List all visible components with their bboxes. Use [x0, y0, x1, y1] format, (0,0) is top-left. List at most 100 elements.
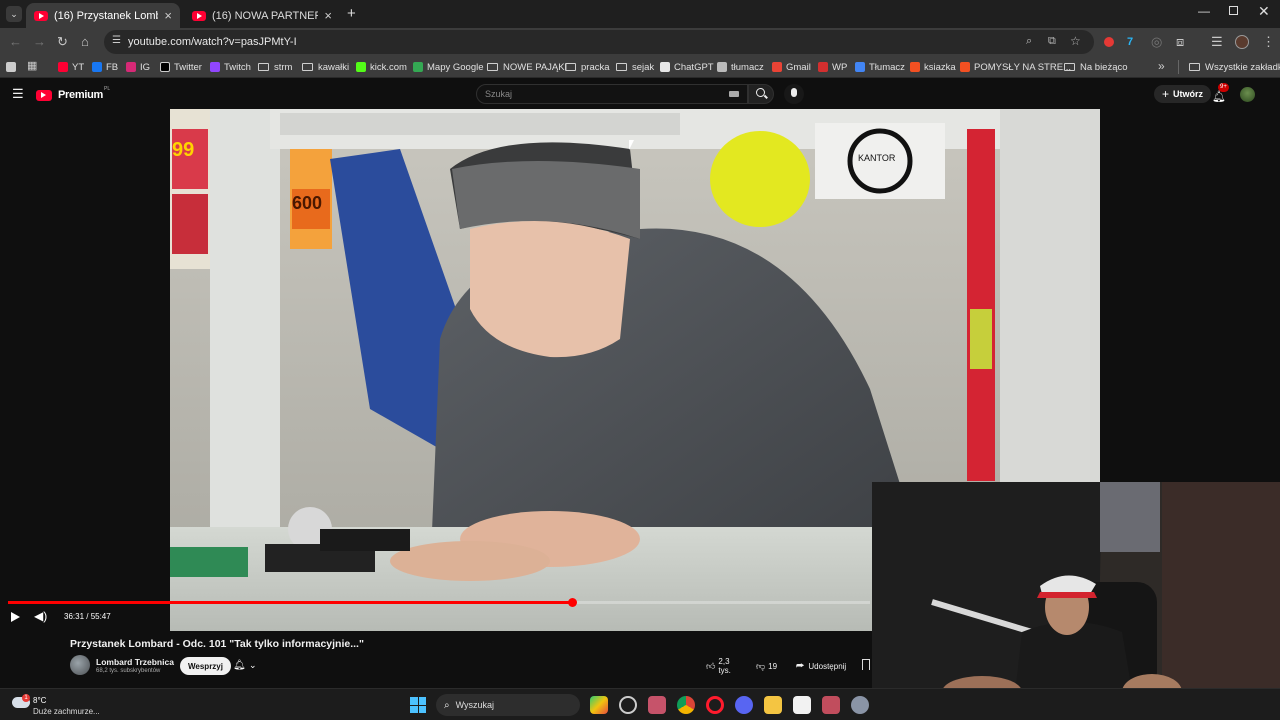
- bookmark-sejak[interactable]: sejak: [616, 60, 654, 74]
- extensions-puzzle-icon[interactable]: ⧈: [1176, 34, 1184, 50]
- bookmarks-overflow-icon[interactable]: »: [1158, 59, 1165, 73]
- site-info-icon[interactable]: ☰: [112, 35, 121, 46]
- start-button[interactable]: [410, 697, 426, 713]
- logo-country-badge: PL: [103, 86, 111, 92]
- bookmark-strm[interactable]: strm: [258, 60, 292, 74]
- video-title: Przystanek Lombard - Odc. 101 "Tak tylko…: [70, 638, 364, 650]
- notification-bell-icon[interactable]: 🔔︎: [233, 660, 246, 671]
- bookmark-gmail[interactable]: Gmail: [772, 60, 811, 74]
- app-ring-icon[interactable]: [619, 696, 637, 714]
- bookmark-tłumacz[interactable]: tłumacz: [717, 60, 764, 74]
- tab-przystanek-lombard[interactable]: (16) Przystanek Lombard - Odc. ×: [26, 3, 180, 28]
- chevron-down-icon[interactable]: ⌄: [249, 660, 257, 671]
- close-window-button[interactable]: ✕: [1258, 3, 1270, 20]
- youtube-icon: [58, 62, 68, 72]
- voice-search-button[interactable]: [784, 84, 804, 104]
- restore-window-button[interactable]: [1229, 6, 1238, 15]
- bookmark-kawałki[interactable]: kawałki: [302, 60, 349, 74]
- app-colorful-icon[interactable]: [590, 696, 608, 714]
- sidebar-toggle-icon[interactable]: [6, 62, 16, 72]
- app-image-icon[interactable]: [648, 696, 666, 714]
- opera-icon[interactable]: [706, 696, 724, 714]
- support-button[interactable]: Wesprzyj: [180, 657, 231, 675]
- bookmark-fb[interactable]: FB: [92, 60, 118, 74]
- bookmark-star-icon[interactable]: ☆: [1070, 34, 1081, 48]
- all-bookmarks-button[interactable]: Wszystkie zakładki: [1189, 60, 1280, 74]
- bookmark-pomysły-na-stre[interactable]: POMYSŁY NA STRE...: [960, 60, 1071, 74]
- reading-list-icon[interactable]: ☰: [1211, 34, 1223, 50]
- reload-icon[interactable]: ↻: [57, 34, 68, 50]
- bookmark-na-bieżąco[interactable]: Na bieżąco: [1064, 60, 1128, 74]
- progress-bar-fill: [8, 601, 573, 604]
- bookmark-label: ksiazka: [924, 61, 956, 73]
- tab-title: (16) NOWA PARTNERKA DELOR: [212, 9, 318, 22]
- zoom-icon[interactable]: ⌕: [1026, 35, 1032, 48]
- bookmark-twitter[interactable]: Twitter: [160, 60, 202, 74]
- search-input[interactable]: Szukaj: [476, 84, 748, 104]
- kick-icon: [356, 62, 366, 72]
- save-bookmark-icon[interactable]: [862, 659, 870, 670]
- dislike-button[interactable]: 👎︎ 19: [750, 656, 786, 676]
- microphone-icon: [791, 88, 797, 97]
- bookmark-label: kawałki: [318, 61, 350, 73]
- bookmark-kick-com[interactable]: kick.com: [356, 60, 407, 74]
- all-bookmarks-label: Wszystkie zakładki: [1205, 61, 1280, 73]
- bookmark-pracka[interactable]: pracka: [565, 60, 610, 74]
- bookmark-label: Twitch: [224, 61, 251, 73]
- bookmark-nowe-pająki[interactable]: NOWE PAJĄKI: [487, 60, 567, 74]
- youtube-premium-logo[interactable]: Premium PL: [36, 86, 111, 102]
- forward-icon[interactable]: →: [33, 34, 46, 50]
- home-icon[interactable]: ⌂: [81, 34, 89, 50]
- back-icon[interactable]: ←: [9, 34, 22, 50]
- bookmark-twitch[interactable]: Twitch: [210, 60, 251, 74]
- profile-avatar[interactable]: [1235, 35, 1249, 49]
- discord-icon[interactable]: [735, 696, 753, 714]
- bookmark-tłumacz[interactable]: Tłumacz: [855, 60, 905, 74]
- weather-temperature: 8°C: [33, 696, 47, 705]
- bookmark-ig[interactable]: IG: [126, 60, 150, 74]
- play-icon[interactable]: [11, 612, 20, 622]
- app-black-square-icon[interactable]: [793, 696, 811, 714]
- weather-widget[interactable]: 1 8°C Duże zachmurze...: [12, 691, 132, 719]
- notifications-button[interactable]: 🔔︎ 9+: [1212, 83, 1229, 103]
- wp-icon: [818, 62, 828, 72]
- bookmark-ksiazka[interactable]: ksiazka: [910, 60, 956, 74]
- app-photo-icon[interactable]: [822, 696, 840, 714]
- folder-icon: [565, 63, 576, 71]
- folder-icon: [616, 63, 627, 71]
- share-button[interactable]: ⮫ Udostępnij: [790, 656, 852, 676]
- chrome-icon[interactable]: [677, 696, 695, 714]
- tab-close-icon[interactable]: ×: [324, 8, 332, 23]
- hamburger-menu-icon[interactable]: ☰: [12, 86, 24, 102]
- subscriber-count: 68,2 tys. subskrybentów: [96, 668, 161, 674]
- bookmark-mapy-google[interactable]: Mapy Google: [413, 60, 484, 74]
- taskbar-search-box[interactable]: ⌕ Wyszukaj: [436, 694, 580, 716]
- file-explorer-icon[interactable]: [764, 696, 782, 714]
- extension-7tv-icon[interactable]: 7: [1127, 34, 1133, 50]
- search-button[interactable]: [748, 84, 774, 104]
- volume-icon[interactable]: ◀︎): [34, 609, 47, 623]
- tab-search-icon[interactable]: ⌄: [6, 6, 22, 22]
- bookmark-wp[interactable]: WP: [818, 60, 847, 74]
- tab-nowa-partnerka[interactable]: (16) NOWA PARTNERKA DELOR ×: [184, 3, 340, 28]
- tab-close-icon[interactable]: ×: [164, 8, 172, 23]
- bookmark-chatgpt[interactable]: ChatGPT: [660, 60, 714, 74]
- like-button[interactable]: 👍︎ 2,3 tys.: [700, 656, 750, 676]
- install-app-icon[interactable]: ⧉: [1048, 35, 1056, 48]
- address-bar[interactable]: ☰ youtube.com/watch?v=pasJPMtY-I ⌕ ⧉ ☆: [104, 30, 1094, 54]
- create-button[interactable]: + Utwórz: [1154, 85, 1212, 103]
- channel-name[interactable]: Lombard Trzebnica: [96, 657, 174, 667]
- channel-avatar[interactable]: [70, 655, 90, 675]
- settings-gear-icon[interactable]: [851, 696, 869, 714]
- record-extension-icon[interactable]: [1104, 37, 1114, 47]
- apps-grid-icon[interactable]: ▦: [27, 59, 37, 72]
- progress-scrubber-handle[interactable]: [568, 598, 578, 607]
- progress-bar[interactable]: [8, 598, 870, 607]
- bookmark-yt[interactable]: YT: [58, 60, 84, 74]
- minimize-window-button[interactable]: —: [1198, 4, 1210, 18]
- extension-circle-icon[interactable]: ◎: [1151, 34, 1162, 50]
- keyboard-icon[interactable]: [729, 91, 739, 97]
- account-avatar[interactable]: [1240, 87, 1255, 102]
- new-tab-button[interactable]: +: [347, 5, 356, 22]
- menu-kebab-icon[interactable]: ⋮: [1262, 34, 1275, 50]
